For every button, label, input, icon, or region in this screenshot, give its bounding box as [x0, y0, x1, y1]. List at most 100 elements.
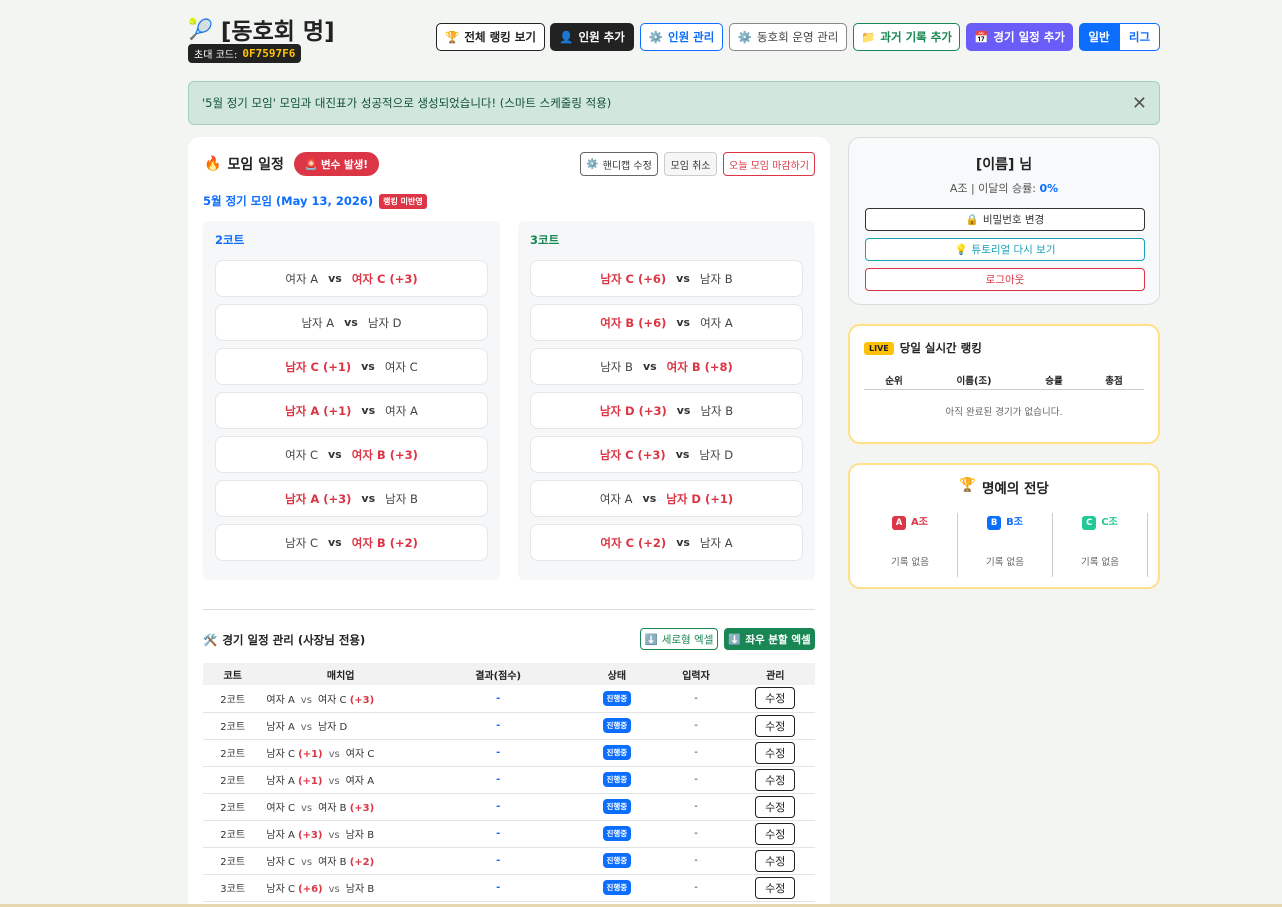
mode-league-button[interactable]: 리그: [1119, 23, 1160, 51]
result-cell: -: [419, 793, 578, 821]
action-cell: 수정: [735, 793, 815, 821]
tutorial-button[interactable]: 💡 튜토리얼 다시 보기: [865, 238, 1145, 261]
edit-button[interactable]: 수정: [755, 849, 796, 872]
player-name: 남자 C (+6): [600, 271, 667, 286]
edit-button[interactable]: 수정: [755, 687, 796, 710]
court-cell: 2코트: [203, 766, 263, 794]
edit-button[interactable]: 수정: [755, 741, 796, 764]
inputter-cell: -: [656, 847, 736, 875]
court-cell: 2코트: [203, 793, 263, 821]
live-header: LIVE 당일 실시간 랭킹: [864, 340, 982, 356]
edit-button[interactable]: 수정: [755, 768, 796, 791]
vs-label: vs: [328, 272, 342, 285]
table-row: 2코트 여자 Cvs 여자 B (+3) - 진행중 - 수정: [203, 793, 815, 821]
club-manage-button[interactable]: ⚙️ 동호회 운영 관리: [729, 23, 847, 51]
cancel-meeting-button[interactable]: 모임 취소: [664, 152, 717, 176]
logout-button[interactable]: 로그아웃: [865, 268, 1145, 291]
match-card[interactable]: 남자 C (+3) vs 남자 D: [530, 436, 803, 473]
lightbulb-icon: 💡: [954, 244, 968, 256]
player-name: 남자 D: [699, 447, 734, 462]
column-header: 결과(점수): [419, 663, 578, 685]
group-empty-text: 기록 없음: [986, 557, 1024, 568]
schedule-card: 🔥 모임 일정 🚨 변수 발생! ⚙️ 핸디캡 수정 모임 취소 오늘 모임 마감하기…: [188, 137, 830, 907]
court-panel: 3코트 남자 C (+6) vs 남자 B 여자 B (+6) vs 여자 A 남자 Bvs 여…: [518, 221, 815, 580]
status-cell: 진행중: [577, 739, 657, 767]
change-password-button[interactable]: 🔒 비밀번호 변경: [865, 208, 1145, 231]
match-table: 코트 매치업 결과(점수) 상태 입력자 관리 2코트 여자 Avs 여자 C (+3) - 진행…: [203, 663, 815, 902]
action-cell: 수정: [735, 712, 815, 740]
ranking-button[interactable]: 🏆 전체 랭킹 보기: [436, 23, 545, 51]
excel-vertical-button[interactable]: ⬇️ 세로형 엑셀: [640, 628, 718, 650]
player-name: 남자 C: [285, 535, 319, 550]
status-badge: 진행중: [602, 772, 632, 787]
result-cell: -: [419, 874, 578, 902]
action-cell: 수정: [735, 847, 815, 875]
mode-general-button[interactable]: 일반: [1079, 23, 1119, 51]
hof-group: C C조 기록 없음: [1053, 513, 1148, 577]
matchup-cell: 남자 C (+1) vs 여자 C: [262, 739, 420, 767]
status-badge: 진행중: [602, 718, 632, 733]
trophy-icon: 🏆: [445, 30, 460, 44]
past-record-button[interactable]: 📁 과거 기록 추가: [853, 23, 960, 51]
matchup-cell: 남자 Cvs 여자 B (+2): [262, 847, 420, 875]
edit-button[interactable]: 수정: [755, 822, 796, 845]
group-label: B B조: [958, 513, 1052, 530]
table-row: 2코트 남자 Avs 남자 D - 진행중 - 수정: [203, 712, 815, 740]
gear-icon: ⚙️: [648, 30, 663, 44]
vs-label: vs: [642, 360, 657, 373]
match-card[interactable]: 남자 A (+3) vs 남자 B: [215, 480, 488, 517]
manager-title: 🛠️ 경기 일정 관리 (사장님 전용): [203, 633, 366, 647]
court-cell: 3코트: [203, 874, 263, 902]
add-schedule-button[interactable]: 📅 경기 일정 추가: [966, 23, 1073, 51]
live-table-header: 순위 이름(조) 승률 총점: [864, 370, 1144, 390]
group-label: A A조: [863, 513, 957, 530]
column-header: 입력자: [656, 663, 736, 685]
group-icon: C: [1082, 516, 1097, 530]
alarm-icon: 🚨: [304, 158, 318, 171]
player-name: 여자 C: [384, 359, 418, 374]
live-ranking-card: LIVE 당일 실시간 랭킹 순위 이름(조) 승률 총점 아직 완료된 경기가…: [848, 324, 1160, 444]
match-card[interactable]: 남자 A vs 남자 D: [215, 304, 488, 341]
inputter-cell: -: [656, 820, 736, 848]
status-badge: 진행중: [602, 745, 632, 760]
edit-button[interactable]: 수정: [755, 714, 796, 737]
match-card[interactable]: 남자 C (+6) vs 남자 B: [530, 260, 803, 297]
live-empty-text: 아직 완료된 경기가 없습니다.: [945, 407, 1063, 418]
rank-status-badge: 랭킹 미반영: [379, 193, 427, 209]
event-badge-button[interactable]: 🚨 변수 발생!: [294, 152, 379, 176]
handicap-button[interactable]: ⚙️ 핸디캡 수정: [580, 152, 658, 176]
gear-icon: ⚙️: [737, 30, 752, 44]
vs-label: vs: [676, 536, 690, 549]
excel-split-button[interactable]: ⬇️ 좌우 분할 엑셀: [724, 628, 815, 650]
vs-label: vs: [361, 360, 375, 373]
edit-button[interactable]: 수정: [755, 795, 796, 818]
action-cell: 수정: [735, 874, 815, 902]
match-card[interactable]: 남자 D (+3) vs 남자 B: [530, 392, 803, 429]
calendar-icon: 📅: [974, 30, 989, 44]
group-label: C C조: [1053, 513, 1147, 530]
profile-stats: A조 | 이달의 승률: 0%: [949, 182, 1059, 195]
match-card[interactable]: 여자 A vs 남자 D (+1): [530, 480, 803, 517]
column-header: 관리: [735, 663, 815, 685]
match-card[interactable]: 여자 B (+6) vs 여자 A: [530, 304, 803, 341]
result-cell: -: [419, 739, 578, 767]
match-card[interactable]: 남자 A (+1) vs 여자 A: [215, 392, 488, 429]
match-card[interactable]: 여자 A vs 여자 C (+3): [215, 260, 488, 297]
hof-title: 🏆 명예의 전당: [959, 477, 1049, 497]
vs-label: vs: [676, 316, 691, 329]
match-manager: 🛠️ 경기 일정 관리 (사장님 전용) ⬇️ 세로형 엑셀 ⬇️ 좌우 분할 엑셀 …: [203, 609, 815, 902]
match-card[interactable]: 남자 C vs 여자 B (+2): [215, 524, 488, 561]
player-name: 여자 A: [599, 491, 633, 506]
match-card[interactable]: 남자 C (+1) vs 여자 C: [215, 348, 488, 385]
match-card[interactable]: 여자 C (+2) vs 남자 A: [530, 524, 803, 561]
edit-button[interactable]: 수정: [755, 876, 796, 899]
court-cell: 2코트: [203, 847, 263, 875]
match-card[interactable]: 남자 B vs 여자 B (+8): [530, 348, 803, 385]
player-name: 남자 D: [367, 315, 402, 330]
match-card[interactable]: 여자 C vs 여자 B (+3): [215, 436, 488, 473]
manage-member-button[interactable]: ⚙️ 인원 관리: [640, 23, 723, 51]
add-member-button[interactable]: 👤 인원 추가: [550, 23, 634, 51]
close-meeting-button[interactable]: 오늘 모임 마감하기: [723, 152, 815, 176]
close-icon[interactable]: ✕: [1132, 95, 1147, 113]
schedule-title: 🔥 모임 일정: [204, 156, 284, 173]
